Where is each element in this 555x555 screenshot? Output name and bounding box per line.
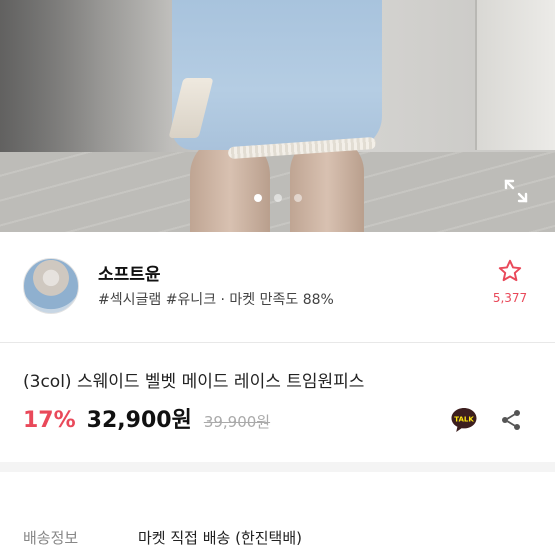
expand-arrows-icon[interactable]: [503, 178, 529, 204]
seller-name[interactable]: 소프트윤: [98, 260, 161, 285]
talk-label: TALK: [454, 415, 474, 423]
star-outline-icon: [498, 259, 522, 282]
seller-avatar[interactable]: [23, 258, 79, 314]
carousel-dot-2[interactable]: [273, 194, 282, 202]
kakaotalk-icon[interactable]: TALK: [449, 405, 479, 435]
favorite-button[interactable]: 5,377: [488, 258, 532, 305]
carousel-indicator: [0, 194, 555, 202]
favorite-count: 5,377: [492, 291, 528, 305]
product-image[interactable]: [0, 0, 555, 232]
delivery-label: 배송정보: [23, 529, 79, 547]
seller-tags: #섹시글램 #유니크 · 마켓 만족도 88%: [98, 292, 334, 308]
section-separator: [0, 462, 555, 472]
discount-rate: 17%: [23, 408, 76, 433]
section-divider: [0, 342, 555, 343]
share-icon[interactable]: [499, 408, 523, 432]
photo-floor: [0, 152, 555, 232]
delivery-value: 마켓 직접 배송 (한진택배): [138, 529, 303, 547]
photo-door: [475, 0, 555, 150]
price-row: 17% 32,900원 39,900원: [23, 402, 270, 436]
sale-price: 32,900원: [86, 408, 192, 433]
carousel-dot-1[interactable]: [253, 194, 262, 202]
photo-skirt: [172, 0, 382, 150]
original-price: 39,900원: [203, 413, 271, 431]
seller-section[interactable]: 소프트윤 #섹시글램 #유니크 · 마켓 만족도 88% 5,377: [0, 244, 555, 334]
carousel-dot-3[interactable]: [293, 194, 302, 202]
product-title: (3col) 스웨이드 벨벳 메이드 레이스 트임원피스: [23, 372, 365, 392]
